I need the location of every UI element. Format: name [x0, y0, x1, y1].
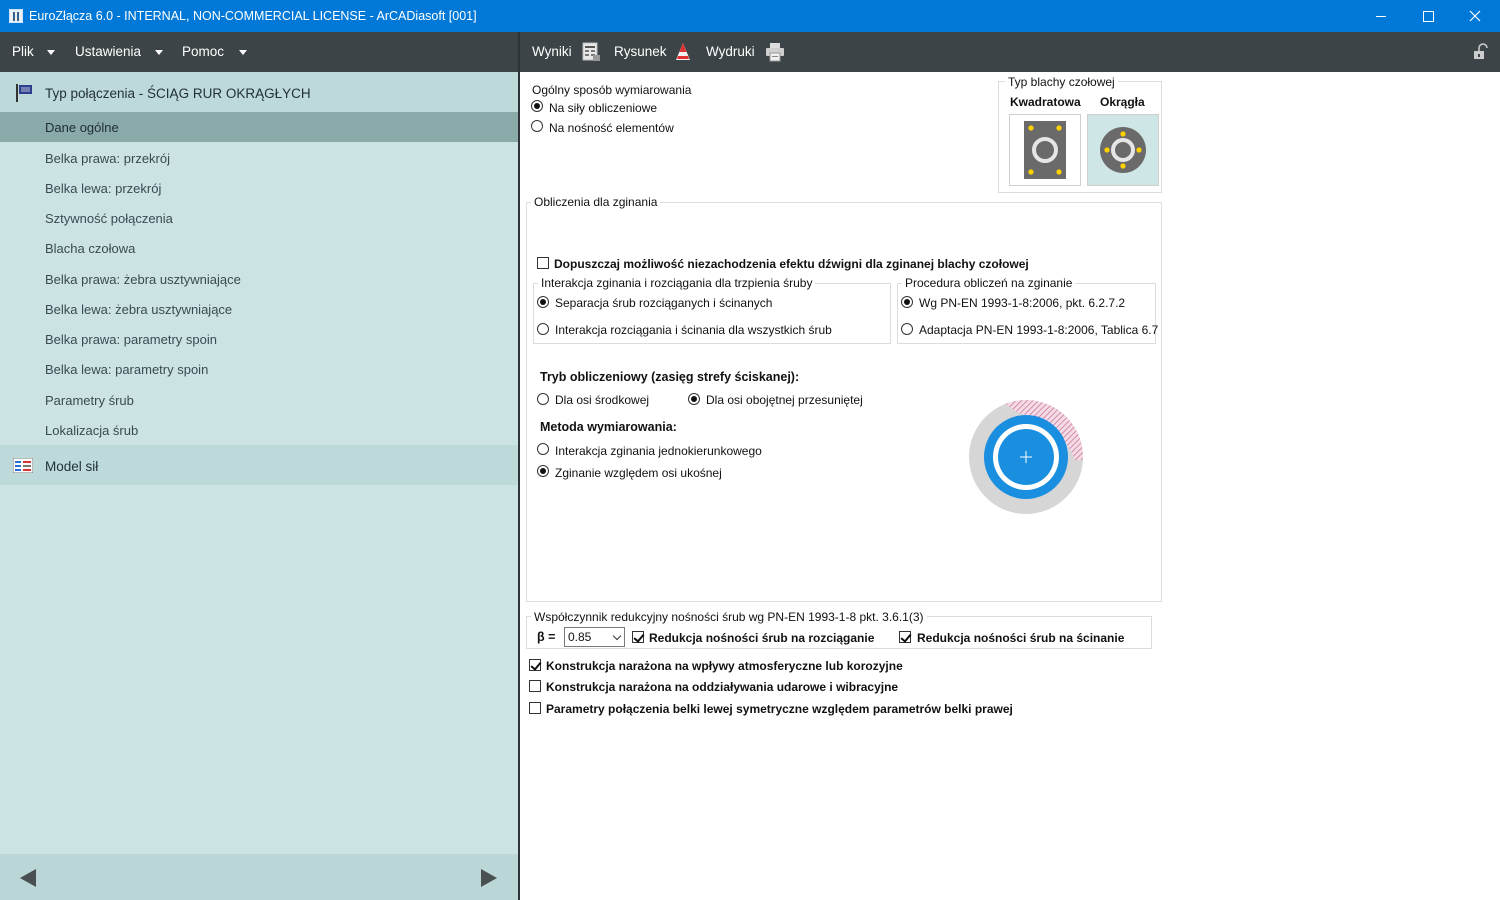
method-uniaxial-radio[interactable]: [537, 443, 549, 455]
menu-bar: Plik Ustawienia Pomoc: [0, 32, 518, 72]
procedure-standard-radio[interactable]: [901, 296, 913, 308]
round-plate-icon: [1100, 127, 1146, 173]
menu-help[interactable]: Pomoc: [182, 44, 224, 59]
mode-shifted-axis-label[interactable]: Dla osi obojętnej przesuniętej: [706, 393, 863, 407]
beta-select[interactable]: 0.85: [564, 627, 625, 647]
corrosive-checkbox[interactable]: [529, 659, 541, 671]
symmetric-checkbox[interactable]: [529, 702, 541, 714]
tension-reduction-label[interactable]: Redukcja nośności śrub na rozciąganie: [649, 631, 874, 645]
prying-effect-checkbox[interactable]: [537, 257, 549, 269]
menu-settings-dropdown-icon[interactable]: [155, 50, 163, 55]
sidebar-item-left-beam-stiffeners[interactable]: Belka lewa: żebra usztywniające: [0, 294, 518, 324]
plate-round-label: Okrągła: [1100, 95, 1145, 109]
sidebar-item-right-beam-welds[interactable]: Belka prawa: parametry spoin: [0, 324, 518, 354]
window-title: EuroZłącza 6.0 - INTERNAL, NON-COMMERCIA…: [29, 9, 477, 23]
lock-icon[interactable]: [1473, 43, 1489, 61]
flag-icon: [16, 84, 32, 102]
mode-central-axis-label[interactable]: Dla osi środkowej: [555, 393, 649, 407]
interaction-all-bolts-radio[interactable]: [537, 323, 549, 335]
impact-checkbox[interactable]: [529, 680, 541, 692]
reduction-title: Współczynnik redukcyjny nośności śrub wg…: [531, 610, 927, 624]
toolbar: Wyniki Rysunek Wydruki: [520, 32, 1500, 72]
prying-effect-label[interactable]: Dopuszczaj możliwość niezachodzenia efek…: [554, 257, 1029, 271]
sidebar-item-end-plate[interactable]: Blacha czołowa: [0, 233, 518, 263]
impact-label[interactable]: Konstrukcja narażona na oddziaływania ud…: [546, 680, 898, 694]
sidebar-item-right-beam-stiffeners[interactable]: Belka prawa: żebra usztywniające: [0, 264, 518, 294]
close-icon: [1469, 10, 1481, 22]
procedure-adaptation-radio[interactable]: [901, 323, 913, 335]
minimize-button[interactable]: [1358, 0, 1404, 32]
calc-mode-title: Tryb obliczeniowy (zasięg strefy ściskan…: [540, 370, 800, 384]
sidebar-item-bolt-location[interactable]: Lokalizacja śrub: [0, 415, 518, 445]
sidebar-footer: [0, 854, 518, 900]
method-oblique-radio[interactable]: [537, 465, 549, 477]
beta-value: 0.85: [568, 630, 592, 644]
shear-reduction-checkbox[interactable]: [899, 631, 911, 643]
procedure-adaptation-label[interactable]: Adaptacja PN-EN 1993-1-8:2006, Tablica 6…: [919, 323, 1158, 337]
prints-button[interactable]: Wydruki: [706, 44, 755, 59]
force-model-icon: [13, 458, 33, 473]
sidebar-header[interactable]: Typ połączenia - ŚCIĄG RUR OKRĄGŁYCH: [0, 72, 518, 112]
main-panel: Ogólny sposób wymiarowania Na siły oblic…: [520, 72, 1500, 900]
dimensioning-capacity-label[interactable]: Na nośność elementów: [549, 121, 674, 135]
sidebar-item-left-beam-section[interactable]: Belka lewa: przekrój: [0, 173, 518, 203]
compression-zone-diagram: [969, 400, 1083, 514]
printer-icon[interactable]: [765, 42, 785, 62]
beta-label: β =: [537, 630, 556, 644]
sidebar-item-connection-stiffness[interactable]: Sztywność połączenia: [0, 203, 518, 233]
title-bar: EuroZłącza 6.0 - INTERNAL, NON-COMMERCIA…: [0, 0, 1500, 32]
procedure-standard-label[interactable]: Wg PN-EN 1993-1-8:2006, pkt. 6.2.7.2: [919, 296, 1125, 310]
dimensioning-forces-label[interactable]: Na siły obliczeniowe: [549, 101, 657, 115]
mode-shifted-axis-radio[interactable]: [688, 393, 700, 405]
interaction-separation-radio[interactable]: [537, 296, 549, 308]
plate-round-option[interactable]: [1087, 114, 1159, 186]
sidebar: Typ połączenia - ŚCIĄG RUR OKRĄGŁYCH Dan…: [0, 72, 518, 900]
previous-arrow-icon[interactable]: [20, 869, 36, 887]
interaction-all-bolts-label[interactable]: Interakcja rozciągania i ścinania dla ws…: [555, 323, 832, 337]
results-table-icon[interactable]: [581, 42, 601, 62]
interaction-separation-label[interactable]: Separacja śrub rozciąganych i ścinanych: [555, 296, 772, 310]
plate-square-option[interactable]: [1009, 114, 1081, 186]
drawing-cone-icon[interactable]: [673, 42, 693, 62]
mode-central-axis-radio[interactable]: [537, 393, 549, 405]
dimensioning-forces-radio[interactable]: [531, 100, 543, 112]
next-arrow-icon[interactable]: [481, 869, 497, 887]
app-icon: [9, 9, 23, 23]
menu-settings[interactable]: Ustawienia: [75, 44, 141, 59]
method-uniaxial-label[interactable]: Interakcja zginania jednokierunkowego: [555, 444, 762, 458]
results-button[interactable]: Wyniki: [532, 44, 572, 59]
dimensioning-capacity-radio[interactable]: [531, 120, 543, 132]
connection-type-label: Typ połączenia - ŚCIĄG RUR OKRĄGŁYCH: [45, 86, 311, 101]
method-oblique-label[interactable]: Zginanie względem osi ukośnej: [555, 466, 722, 480]
shear-reduction-label[interactable]: Redukcja nośności śrub na ścinanie: [917, 631, 1124, 645]
sidebar-item-force-model[interactable]: Model sił: [0, 445, 518, 485]
force-model-label: Model sił: [45, 459, 99, 474]
plate-square-label: Kwadratowa: [1010, 95, 1081, 109]
method-title: Metoda wymiarowania:: [540, 420, 677, 434]
plate-type-title: Typ blachy czołowej: [1005, 75, 1118, 89]
procedure-title: Procedura obliczeń na zginanie: [902, 276, 1076, 290]
menu-help-dropdown-icon[interactable]: [239, 50, 247, 55]
sidebar-item-right-beam-section[interactable]: Belka prawa: przekrój: [0, 143, 518, 173]
maximize-button[interactable]: [1405, 0, 1451, 32]
chevron-down-icon: [612, 631, 622, 641]
sidebar-item-left-beam-welds[interactable]: Belka lewa: parametry spoin: [0, 354, 518, 384]
symmetric-label[interactable]: Parametry połączenia belki lewej symetry…: [546, 702, 1013, 716]
menu-file[interactable]: Plik: [12, 44, 34, 59]
dimensioning-title: Ogólny sposób wymiarowania: [532, 83, 692, 97]
interaction-title: Interakcja zginania i rozciągania dla tr…: [538, 276, 816, 290]
menu-file-dropdown-icon[interactable]: [47, 50, 55, 55]
drawing-button[interactable]: Rysunek: [614, 44, 667, 59]
square-plate-icon: [1024, 121, 1066, 179]
tension-reduction-checkbox[interactable]: [632, 631, 644, 643]
close-button[interactable]: [1452, 0, 1498, 32]
corrosive-label[interactable]: Konstrukcja narażona na wpływy atmosfery…: [546, 659, 903, 673]
sidebar-item-general-data[interactable]: Dane ogólne: [0, 112, 518, 142]
bending-title: Obliczenia dla zginania: [531, 195, 661, 209]
sidebar-item-bolt-parameters[interactable]: Parametry śrub: [0, 385, 518, 415]
